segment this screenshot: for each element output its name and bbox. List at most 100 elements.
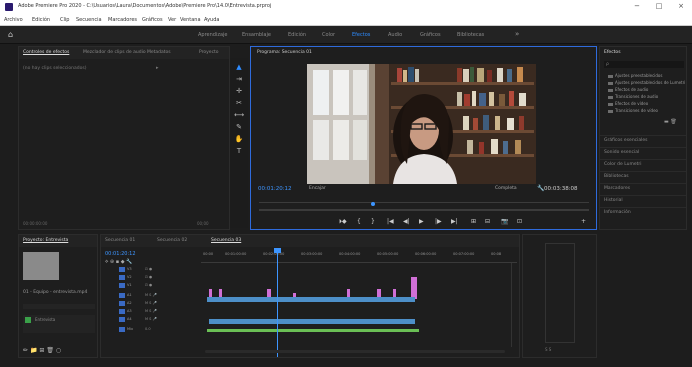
tab-project[interactable]: Proyecto <box>199 50 219 55</box>
effects-search-input[interactable]: ρ <box>604 61 684 68</box>
export-frame-button[interactable]: 📷 <box>501 218 508 225</box>
track-target-toggle[interactable] <box>119 293 125 298</box>
section-history[interactable]: Historial <box>600 195 686 206</box>
go-to-out-button[interactable]: ▶| <box>451 218 458 225</box>
menu-sequence[interactable]: Secuencia <box>76 17 102 23</box>
maximize-button[interactable]: □ <box>652 2 666 10</box>
tab-metadata[interactable]: Metadatos <box>147 50 171 55</box>
workspace-tab-1[interactable]: Aprendizaje <box>198 32 228 38</box>
snap-icon[interactable]: ⟡ <box>105 259 108 265</box>
track-target-toggle[interactable] <box>119 267 125 272</box>
step-forward-button[interactable]: |▶ <box>435 218 442 225</box>
track-controls[interactable]: ⊡ ● <box>145 267 152 271</box>
comparison-view-button[interactable]: ⊡ <box>517 218 522 225</box>
track-controls[interactable]: 0.0 <box>145 327 151 331</box>
track-header-v2[interactable]: V2 ⊡ ● <box>105 275 197 281</box>
step-back-button[interactable]: ◀| <box>403 218 410 225</box>
home-icon[interactable]: ⌂ <box>8 30 13 39</box>
track-header-mix[interactable]: Mix 0.0 <box>105 327 197 333</box>
video-clip[interactable] <box>393 289 396 297</box>
audio-clip[interactable] <box>207 297 415 302</box>
ripple-edit-tool-icon[interactable]: ✛ <box>234 86 244 96</box>
tab-sequence-03[interactable]: Secuencia 03 <box>211 238 241 243</box>
track-header-a2[interactable]: A2 M S 🎤 <box>105 301 197 307</box>
effects-video-transitions-folder[interactable]: Transiciones de vídeo <box>608 108 658 113</box>
track-controls[interactable]: ⊡ ● <box>145 275 152 279</box>
program-playhead[interactable] <box>371 202 375 206</box>
hand-tool-icon[interactable]: ✋ <box>234 134 244 144</box>
mark-out-button[interactable]: } <box>371 218 375 225</box>
effects-audio-effects-folder[interactable]: Efectos de audio <box>608 87 648 92</box>
menu-graphics[interactable]: Gráficos <box>142 17 163 23</box>
zoom-slider-icon[interactable]: ○ <box>56 347 61 354</box>
workspace-tab-7[interactable]: Gráficos <box>420 32 441 38</box>
video-clip[interactable] <box>267 289 271 297</box>
add-marker-icon[interactable]: ▪ <box>116 259 119 265</box>
more-workspaces-icon[interactable]: » <box>515 30 519 38</box>
mark-in-button[interactable]: { <box>357 218 361 225</box>
menu-help[interactable]: Ayuda <box>204 17 219 23</box>
folder-icon[interactable]: 📁 <box>30 347 37 354</box>
workspace-tab-4[interactable]: Color <box>322 32 335 38</box>
menu-markers[interactable]: Marcadores <box>108 17 137 23</box>
menu-file[interactable]: Archivo <box>4 17 23 23</box>
section-libraries[interactable]: Bibliotecas <box>600 171 686 182</box>
add-button-icon[interactable]: + <box>581 218 586 225</box>
timeline-playhead[interactable] <box>277 249 278 357</box>
track-target-toggle[interactable] <box>119 275 125 280</box>
new-bin-icon[interactable]: ▬ 🗑 <box>664 119 677 125</box>
tab-sequence-01[interactable]: Secuencia 01 <box>105 238 135 243</box>
program-time-ruler[interactable] <box>259 197 589 203</box>
audio-meter-solo-labels[interactable]: S S <box>545 347 551 352</box>
fit-dropdown[interactable]: Encajar <box>309 186 326 191</box>
workspace-tab-2[interactable]: Ensamblaje <box>242 32 271 38</box>
video-clip[interactable] <box>347 289 350 297</box>
workspace-tab-6[interactable]: Audio <box>388 32 402 38</box>
selection-tool-icon[interactable]: ▲ <box>234 62 244 72</box>
tab-audio-clip-mixer[interactable]: Mezclador de clips de audio <box>83 50 146 55</box>
program-monitor-title[interactable]: Programa: Secuencia 01 <box>257 50 312 55</box>
grid-icon[interactable]: ⊞ <box>39 347 44 354</box>
pen-tool-icon[interactable]: ✎ <box>234 122 244 132</box>
tab-sequence-02[interactable]: Secuencia 02 <box>157 238 187 243</box>
workspace-tab-3[interactable]: Edición <box>288 32 306 38</box>
close-button[interactable]: × <box>674 2 688 10</box>
play-button[interactable]: ▶ <box>419 218 424 225</box>
track-header-a4[interactable]: A4 M S 🎤 <box>105 317 197 323</box>
menu-edit[interactable]: Edición <box>32 17 50 23</box>
razor-tool-icon[interactable]: ✂ <box>234 98 244 108</box>
track-controls[interactable]: M S 🎤 <box>145 317 157 321</box>
lift-button[interactable]: ⊞ <box>471 218 476 225</box>
effects-audio-transitions-folder[interactable]: Transiciones de audio <box>608 94 658 99</box>
effects-panel-title[interactable]: Efectos <box>604 50 621 55</box>
video-clip[interactable] <box>219 289 222 297</box>
timeline-timecode[interactable]: 00:01:20:12 <box>105 251 136 257</box>
track-controls[interactable]: M S 🎤 <box>145 293 157 297</box>
clip-name[interactable]: 01 - Equipo - entrevista.mp4 <box>23 290 87 295</box>
keyframe-icon[interactable]: ◆ <box>121 259 125 265</box>
workspace-tab-5[interactable]: Efectos <box>352 32 370 38</box>
track-header-a3[interactable]: A3 M S 🎤 <box>105 309 197 315</box>
menu-clip[interactable]: Clip <box>60 17 69 23</box>
clip-thumbnail[interactable] <box>23 252 59 280</box>
timeline-ruler[interactable]: 00:00 00:01:00:00 00:02:00:00 00:03:00:0… <box>201 251 517 263</box>
section-essential-sound[interactable]: Sonido esencial <box>600 147 686 158</box>
video-clip[interactable] <box>411 277 417 299</box>
workspace-tab-8[interactable]: Bibliotecas <box>457 32 484 38</box>
add-marker-button[interactable]: ⏵◆ <box>339 218 347 226</box>
track-controls[interactable]: ⊡ ● <box>145 283 152 287</box>
track-controls[interactable]: M S 🎤 <box>145 301 157 305</box>
sequence-item[interactable]: Entrevista <box>23 315 95 333</box>
extract-button[interactable]: ⊟ <box>485 218 490 225</box>
menu-window[interactable]: Ventana <box>180 17 201 23</box>
audio-clip[interactable] <box>209 319 415 324</box>
go-to-in-button[interactable]: |◀ <box>387 218 394 225</box>
section-essential-graphics[interactable]: Gráficos esenciales <box>600 135 686 146</box>
playback-quality-dropdown[interactable]: Completa <box>495 186 517 191</box>
track-target-toggle[interactable] <box>119 283 125 288</box>
timeline-horizontal-scrollbar[interactable] <box>205 350 505 353</box>
track-header-v3[interactable]: V3 ⊡ ● <box>105 267 197 273</box>
section-lumetri-color[interactable]: Color de Lumetri <box>600 159 686 170</box>
effects-video-effects-folder[interactable]: Efectos de vídeo <box>608 101 648 106</box>
timeline-vertical-scrollbar[interactable] <box>511 263 515 347</box>
